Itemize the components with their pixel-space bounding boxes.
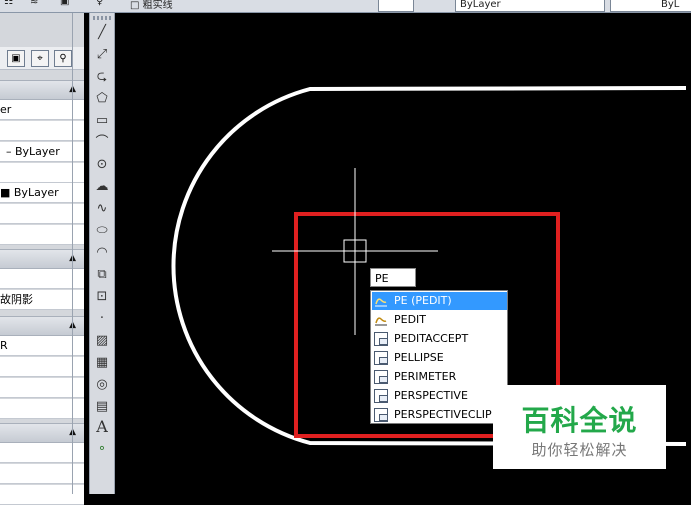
make-block-icon[interactable]: ⊡ [92,287,112,307]
layer-icon[interactable]: ≋ [30,0,38,10]
command-icon [374,370,388,384]
autocomplete-item[interactable]: PERSPECTIVECLIP [372,406,507,423]
autocomplete-item[interactable]: PEDIT [372,311,507,329]
line-icon[interactable]: ╱ [92,23,112,43]
spline-icon[interactable]: ∿ [92,199,112,219]
region-icon[interactable]: ◎ [92,375,112,395]
draw-toolbar: ╱ ⤢ ⮎ ⬠ ▭ ⌒ ⊙ ☁ ∿ ⬭ ◠ ⧉ ⊡ · ▨ ▦ ◎ ▤ A ∘ [89,13,115,494]
gradient-icon[interactable]: ▦ [92,353,112,373]
match-properties-button[interactable] [378,0,414,12]
palette-divider [72,13,73,494]
polyline-icon[interactable]: ⮎ [92,67,112,87]
ellipse-icon[interactable]: ⬭ [92,221,112,241]
command-input[interactable]: PE [370,268,416,287]
add-selected-icon[interactable]: ∘ [92,439,112,459]
autocomplete-label: PERSPECTIVE [394,389,468,402]
autocomplete-item[interactable]: PELLIPSE [372,349,507,367]
rectangle-icon[interactable]: ▭ [92,111,112,131]
autocomplete-item[interactable]: PERIMETER [372,368,507,386]
watermark-subtitle: 助你轻松解决 [531,441,628,459]
autocomplete-label: PEDIT [394,313,427,326]
autocomplete-label: PEDITACCEPT [394,332,469,345]
command-icon [374,351,388,365]
command-icon [374,408,388,422]
construction-line-icon[interactable]: ⤢ [92,45,112,65]
autocomplete-label: PE (PEDIT) [394,294,452,307]
insert-block-icon[interactable]: ⧉ [92,265,112,285]
toggle-pickadd-icon[interactable]: ▣ [7,50,25,67]
layer-dropdown[interactable]: □ 粗实线 [130,0,173,11]
lineweight-value: ByL [661,0,680,10]
lightbulb-icon[interactable]: ♀ [96,0,103,10]
table-icon[interactable]: ▤ [92,397,112,417]
point-icon[interactable]: · [92,309,112,329]
quick-select-icon[interactable]: ⚲ [54,50,72,67]
autocomplete-item[interactable]: PE (PEDIT) [372,292,507,310]
top-toolbar: ☷ ≋ ▣ ♀ □ 粗实线 ByLayer ByL [0,0,691,13]
select-objects-icon[interactable]: ⌖ [31,50,49,67]
autocomplete-item[interactable]: PERSPECTIVE [372,387,507,405]
polygon-icon[interactable]: ⬠ [92,89,112,109]
revision-cloud-icon[interactable]: ☁ [92,177,112,197]
arc-icon[interactable]: ⌒ [92,133,112,153]
autocomplete-label: PELLIPSE [394,351,444,364]
ellipse-arc-icon[interactable]: ◠ [92,243,112,263]
toolbar-grip[interactable] [93,16,111,20]
autocomplete-label: PERSPECTIVECLIP [394,408,492,421]
properties-palette: ▣ ⌖ ⚲ ▲ er – ByLayer ■ ByLayer ▲ 故阴影 ▲ R… [0,13,84,505]
lineweight-dropdown[interactable]: ByL [610,0,691,12]
autocomplete-item[interactable]: PEDITACCEPT [372,330,507,348]
multiline-text-icon[interactable]: A [92,417,112,437]
pedit-icon [375,317,387,326]
toolbar-icon[interactable]: ☷ [4,0,13,10]
command-icon [374,389,388,403]
watermark-title: 百科全说 [521,404,638,437]
watermark-logo: 百科全说 助你轻松解决 [493,385,666,469]
pedit-icon [375,298,387,307]
command-autocomplete-list: PE (PEDIT) PEDIT PEDITACCEPT PELLIPSE PE… [370,290,508,424]
autocomplete-label: PERIMETER [394,370,457,383]
hatch-icon[interactable]: ▨ [92,331,112,351]
linetype-value: ByLayer [460,0,501,10]
linetype-dropdown[interactable]: ByLayer [455,0,605,12]
layer-state-icon[interactable]: ▣ [60,0,69,10]
command-icon [374,332,388,346]
circle-icon[interactable]: ⊙ [92,155,112,175]
